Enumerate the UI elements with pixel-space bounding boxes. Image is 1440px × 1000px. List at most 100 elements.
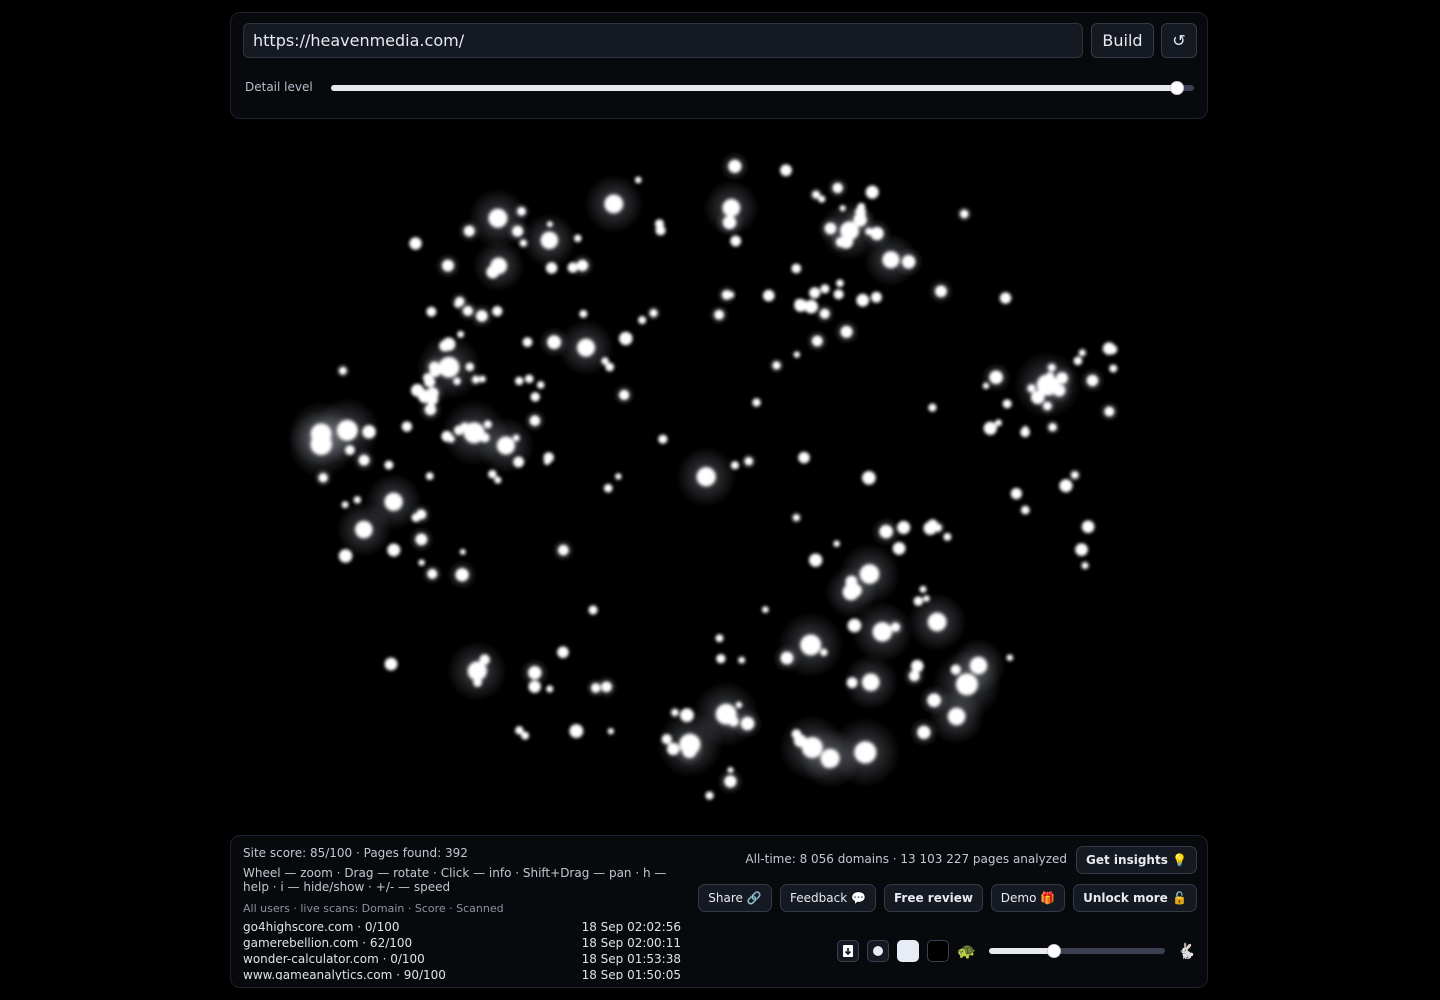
page-node[interactable]: [557, 646, 569, 659]
page-node[interactable]: [879, 524, 893, 539]
url-input[interactable]: [243, 23, 1083, 58]
page-node[interactable]: [833, 540, 841, 548]
page-node[interactable]: [947, 707, 966, 726]
page-node[interactable]: [410, 383, 424, 397]
light-theme-swatch[interactable]: [897, 940, 919, 962]
page-node[interactable]: [792, 514, 800, 522]
page-node[interactable]: [492, 305, 503, 317]
page-node[interactable]: [962, 678, 975, 691]
page-node[interactable]: [463, 225, 475, 237]
page-node[interactable]: [727, 767, 734, 774]
page-node[interactable]: [543, 458, 551, 465]
page-node[interactable]: [798, 451, 810, 464]
page-node[interactable]: [969, 657, 988, 675]
download-icon[interactable]: [837, 940, 859, 962]
page-node[interactable]: [800, 634, 822, 656]
page-node[interactable]: [738, 657, 745, 664]
page-node[interactable]: [999, 292, 1012, 304]
page-node[interactable]: [619, 389, 630, 401]
page-node[interactable]: [1104, 406, 1115, 417]
page-node[interactable]: [465, 362, 475, 372]
page-node[interactable]: [1059, 479, 1073, 493]
page-node[interactable]: [339, 366, 347, 375]
page-node[interactable]: [479, 376, 486, 383]
page-node[interactable]: [536, 381, 545, 389]
page-node[interactable]: [341, 501, 349, 509]
page-node[interactable]: [935, 285, 947, 298]
page-node[interactable]: [671, 709, 679, 717]
page-node[interactable]: [512, 225, 524, 237]
page-node[interactable]: [848, 583, 862, 597]
page-node[interactable]: [441, 430, 453, 442]
page-node[interactable]: [638, 316, 647, 325]
page-node[interactable]: [579, 309, 588, 318]
page-node[interactable]: [336, 420, 358, 441]
page-node[interactable]: [846, 677, 858, 689]
page-node[interactable]: [809, 287, 821, 299]
page-node[interactable]: [855, 206, 866, 218]
page-node[interactable]: [517, 207, 526, 216]
page-node[interactable]: [661, 734, 672, 745]
live-scans-list[interactable]: go4highscore.com · 0/100 18 Sep 02:02:56…: [243, 920, 683, 980]
page-node[interactable]: [384, 460, 394, 470]
page-node[interactable]: [514, 376, 524, 386]
page-node[interactable]: [989, 370, 1003, 385]
page-node[interactable]: [735, 701, 743, 709]
get-insights-button[interactable]: Get insights 💡: [1076, 846, 1197, 874]
page-node[interactable]: [353, 496, 362, 504]
page-node[interactable]: [1043, 401, 1052, 411]
page-node[interactable]: [833, 289, 844, 300]
free-review-button[interactable]: Free review: [884, 884, 983, 912]
page-node[interactable]: [820, 648, 828, 657]
page-node[interactable]: [547, 335, 562, 350]
page-node[interactable]: [530, 392, 540, 402]
page-node[interactable]: [836, 279, 844, 288]
page-node[interactable]: [808, 553, 823, 567]
page-node[interactable]: [872, 622, 892, 642]
page-node[interactable]: [840, 325, 853, 338]
page-node[interactable]: [590, 683, 601, 693]
page-node[interactable]: [696, 467, 716, 487]
page-node[interactable]: [569, 724, 584, 739]
page-node[interactable]: [724, 775, 737, 788]
page-node[interactable]: [716, 653, 726, 664]
scan-domain[interactable]: go4highscore.com · 0/100: [243, 920, 399, 934]
page-node[interactable]: [862, 673, 880, 691]
page-node[interactable]: [424, 376, 436, 388]
page-node[interactable]: [1048, 423, 1057, 432]
page-node[interactable]: [362, 425, 376, 439]
page-node[interactable]: [355, 521, 373, 539]
page-node[interactable]: [890, 622, 901, 632]
page-node[interactable]: [475, 310, 488, 322]
page-node[interactable]: [649, 309, 658, 318]
detail-slider-thumb[interactable]: [1169, 81, 1184, 95]
page-node[interactable]: [318, 473, 328, 483]
page-node[interactable]: [519, 239, 527, 247]
page-node[interactable]: [513, 434, 520, 442]
page-node[interactable]: [455, 568, 469, 582]
page-node[interactable]: [1002, 399, 1012, 409]
page-node[interactable]: [1079, 349, 1086, 357]
page-node[interactable]: [1086, 374, 1099, 387]
page-node[interactable]: [442, 337, 456, 351]
page-node[interactable]: [923, 521, 937, 536]
page-node[interactable]: [862, 471, 876, 485]
page-node[interactable]: [744, 457, 753, 466]
page-node[interactable]: [865, 185, 879, 199]
page-node[interactable]: [1020, 427, 1030, 438]
reset-button[interactable]: ↺: [1161, 23, 1197, 58]
page-node[interactable]: [793, 734, 807, 748]
page-node[interactable]: [982, 382, 990, 390]
page-node[interactable]: [441, 259, 454, 272]
page-node[interactable]: [540, 231, 558, 249]
page-node[interactable]: [722, 199, 741, 217]
page-node[interactable]: [1020, 505, 1030, 515]
page-node[interactable]: [1081, 520, 1095, 534]
page-node[interactable]: [459, 548, 466, 555]
page-node[interactable]: [384, 492, 403, 511]
page-node[interactable]: [425, 472, 434, 481]
share-button[interactable]: Share 🔗: [698, 884, 772, 912]
page-node[interactable]: [859, 564, 880, 584]
page-node[interactable]: [761, 606, 769, 613]
page-node[interactable]: [588, 605, 598, 615]
